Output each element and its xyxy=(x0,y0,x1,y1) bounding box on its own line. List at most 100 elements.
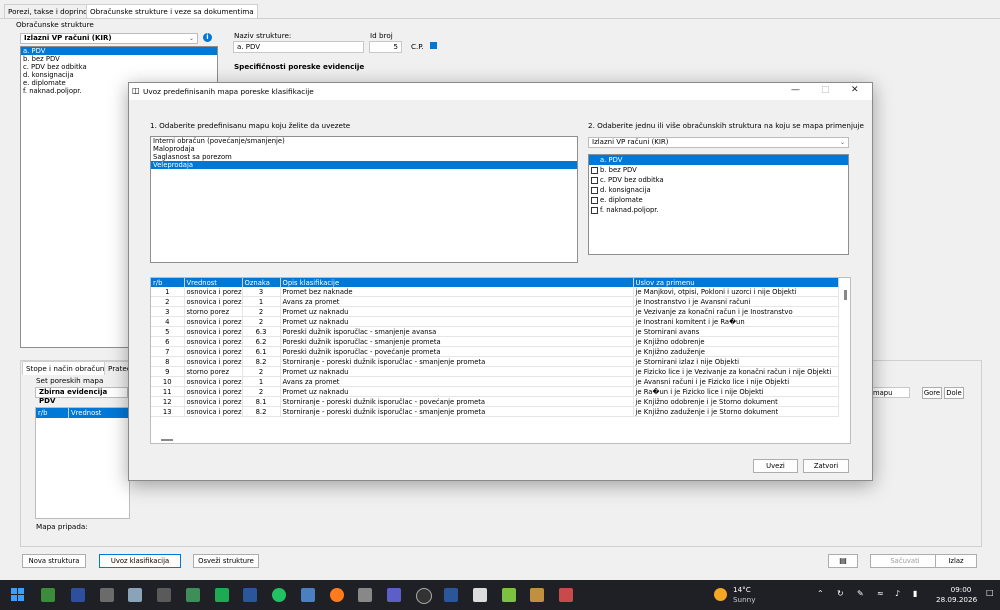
table-row[interactable]: 13 osnovica i porez 8.2 Storniranje - pores… xyxy=(151,406,839,417)
table-row[interactable]: 12 osnovica i porez 8.1 Storniranje - pores… xyxy=(151,396,839,407)
battery-icon[interactable]: ▮ xyxy=(913,589,917,598)
table-row[interactable]: 8 osnovica i porez 8.2 Storniranje - poresk… xyxy=(151,356,839,367)
maps-list[interactable]: Interni obračun (povećanje/smanjenje) Ma… xyxy=(150,136,578,263)
chat-icon[interactable] xyxy=(272,588,286,602)
app-icon[interactable] xyxy=(100,588,114,602)
table-row[interactable]: 9 storno porez 2 Promet uz naknadu je Fizick… xyxy=(151,366,839,377)
classification-grid[interactable]: r/b Vrednost Oznaka Opis klasifikacije Uslov… xyxy=(150,277,851,444)
list-item[interactable]: a. PDV xyxy=(21,47,217,55)
start-icon[interactable] xyxy=(11,588,25,602)
close-icon[interactable]: ✕ xyxy=(851,85,859,95)
tab-porezi[interactable]: Porezi, takse i doprinosi xyxy=(4,4,98,18)
list-item[interactable]: b. bez PDV xyxy=(21,55,217,63)
lower-grid[interactable]: r/b Vrednost xyxy=(35,407,130,519)
volume-icon[interactable]: ♪ xyxy=(895,589,900,598)
tools-icon[interactable] xyxy=(358,588,372,602)
column-header[interactable]: Vrednost xyxy=(184,278,243,287)
minimize-icon[interactable]: — xyxy=(791,85,800,95)
list-item[interactable]: Saglasnost sa porezom xyxy=(151,153,577,161)
mapu-field[interactable]: mapu xyxy=(870,387,910,398)
app-icon[interactable] xyxy=(502,588,516,602)
table-row[interactable]: 11 osnovica i porez 2 Promet uz naknadu je R… xyxy=(151,386,839,397)
checkbox[interactable] xyxy=(591,156,598,164)
check-item[interactable]: e. diplomate xyxy=(589,195,848,205)
gore-button[interactable]: Gore xyxy=(922,387,942,399)
table-row[interactable]: 3 storno porez 2 Promet uz naknadu je Veziva… xyxy=(151,306,839,317)
checkbox[interactable] xyxy=(591,196,598,204)
check-item[interactable]: c. PDV bez odbitka xyxy=(589,175,848,185)
app-icon[interactable] xyxy=(559,588,573,602)
app-icon[interactable] xyxy=(186,588,200,602)
info-icon[interactable]: i xyxy=(203,33,212,42)
column-header[interactable]: Oznaka xyxy=(242,278,281,287)
chevron-up-icon[interactable]: ⌃ xyxy=(817,589,824,598)
checkbox[interactable] xyxy=(591,166,598,174)
word-icon[interactable] xyxy=(444,588,458,602)
set-combo[interactable]: Zbirna evidencija PDV xyxy=(35,387,128,405)
sacuvati-button[interactable]: Sačuvati xyxy=(870,554,940,568)
check-item[interactable]: a. PDV xyxy=(589,155,848,165)
tab-stope[interactable]: Stope i način obračuna xyxy=(22,361,113,375)
list-item[interactable]: d. konsignacija xyxy=(21,71,217,79)
table-row[interactable]: 2 osnovica i porez 1 Avans za promet je Inos… xyxy=(151,296,839,307)
table-row[interactable]: 4 osnovica i porez 2 Promet uz naknadu je In… xyxy=(151,316,839,327)
table-cell: Poreski dužnik isporučlac - smanjenje av… xyxy=(280,326,634,337)
check-item[interactable]: f. naknad.poljopr. xyxy=(589,205,848,215)
wifi-icon[interactable]: ≈ xyxy=(877,589,884,598)
cp-checkbox[interactable] xyxy=(430,42,437,49)
uvezi-button[interactable]: Uvezi xyxy=(753,459,798,473)
teams-icon[interactable] xyxy=(387,588,401,602)
list-item[interactable]: Interni obračun (povećanje/smanjenje) xyxy=(151,137,577,145)
app-icon[interactable] xyxy=(301,588,315,602)
column-header[interactable]: r/b xyxy=(151,278,185,287)
table-row[interactable]: 10 osnovica i porez 1 Avans za promet je Ava… xyxy=(151,376,839,387)
struct-combo[interactable]: Izlazni VP računi (KIR) ⌄ xyxy=(588,137,849,148)
column-header[interactable]: Uslov za primenu xyxy=(633,278,839,287)
firefox-icon[interactable] xyxy=(330,588,344,602)
pen-icon[interactable]: ✎ xyxy=(857,589,864,598)
save-icon[interactable] xyxy=(71,588,85,602)
checkbox[interactable] xyxy=(591,206,598,214)
app-icon: ◫ xyxy=(132,86,140,95)
grid-hscroll[interactable] xyxy=(161,439,173,441)
checkbox[interactable] xyxy=(591,186,598,194)
tab-obracunske-strukture[interactable]: Obračunske strukture i veze sa dokumenti… xyxy=(86,4,258,18)
clock-date[interactable]: 28.09.2026 xyxy=(936,595,977,604)
check-item[interactable]: b. bez PDV xyxy=(589,165,848,175)
app-icon[interactable] xyxy=(416,588,432,604)
grid-scrollbar[interactable] xyxy=(844,290,847,300)
table-row[interactable]: 6 osnovica i porez 6.2 Poreski dužnik ispor… xyxy=(151,336,839,347)
list-item[interactable]: Maloprodaja xyxy=(151,145,577,153)
id-field[interactable]: 5 xyxy=(369,41,402,53)
app-icon[interactable] xyxy=(215,588,229,602)
document-icon[interactable] xyxy=(473,588,487,602)
izlaz-button[interactable]: Izlaz xyxy=(935,554,977,568)
app-icon[interactable] xyxy=(41,588,55,602)
sun-icon[interactable] xyxy=(714,588,727,601)
checkbox[interactable] xyxy=(591,176,598,184)
list-item[interactable]: Veleprodaja xyxy=(151,161,577,169)
naziv-field[interactable]: a. PDV xyxy=(233,41,364,53)
osvezi-strukture-button[interactable]: Osveži strukture xyxy=(193,554,259,568)
print-button[interactable]: ▤ xyxy=(828,554,858,568)
table-row[interactable]: 5 osnovica i porez 6.3 Poreski dužnik ispor… xyxy=(151,326,839,337)
structures-checklist[interactable]: a. PDV b. bez PDV c. PDV bez odbitka d. … xyxy=(588,154,849,255)
app-icon[interactable] xyxy=(530,588,544,602)
nova-struktura-button[interactable]: Nova struktura xyxy=(22,554,86,568)
maximize-icon[interactable]: □ xyxy=(821,85,830,95)
structure-type-combo[interactable]: Izlazni VP računi (KIR) ⌄ xyxy=(20,33,198,44)
dole-button[interactable]: Dole xyxy=(944,387,964,399)
notification-icon[interactable]: □ xyxy=(986,588,994,597)
table-row[interactable]: 7 osnovica i porez 6.1 Poreski dužnik ispor… xyxy=(151,346,839,357)
zatvori-button[interactable]: Zatvori xyxy=(803,459,849,473)
app-icon[interactable] xyxy=(243,588,257,602)
app-icon[interactable] xyxy=(128,588,142,602)
list-item[interactable]: c. PDV bez odbitka xyxy=(21,63,217,71)
sync-icon[interactable]: ↻ xyxy=(837,589,844,598)
column-header[interactable]: Opis klasifikacije xyxy=(280,278,634,287)
uvoz-klasifikacija-button[interactable]: Uvoz klasifikacija xyxy=(99,554,181,568)
check-item[interactable]: d. konsignacija xyxy=(589,185,848,195)
clock-time[interactable]: 09:00 xyxy=(946,585,976,594)
app-icon[interactable] xyxy=(157,588,171,602)
table-row[interactable]: 1 osnovica i porez 3 Promet bez naknade je M… xyxy=(151,287,839,297)
